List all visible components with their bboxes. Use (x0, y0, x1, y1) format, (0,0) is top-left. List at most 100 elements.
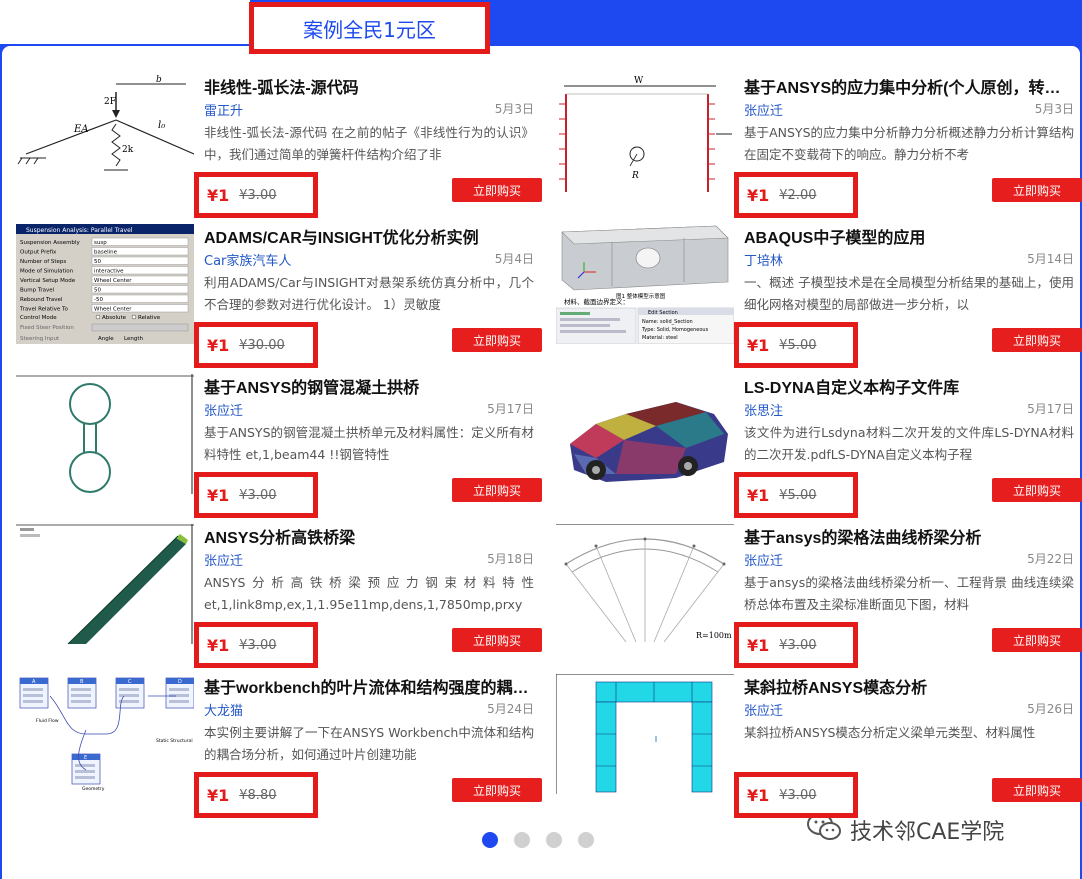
workbench-cell (23, 694, 43, 697)
system-label-fluid: Fluid Flow (36, 718, 59, 724)
card-date: 5月26日 (1027, 702, 1074, 716)
original-price: ¥3.00 (779, 787, 817, 803)
thumbnail-curved-grillage[interactable]: R=100m (556, 524, 734, 644)
card-author[interactable]: 雷正升 (204, 100, 243, 119)
product-card[interactable]: Suspension Analysis: Parallel Travel Sus… (16, 224, 544, 368)
section-type: Type: Solid, Homogeneous (641, 327, 709, 333)
dialog-field-box (91, 294, 189, 303)
card-title[interactable]: LS-DYNA自定义本构子文件库 (744, 374, 1074, 398)
dialog-field-label: Rebound Travel (20, 297, 63, 303)
thumbnail-cable-stayed-bridge[interactable] (556, 674, 734, 794)
sale-price: ¥1 (747, 335, 770, 355)
thumbnail-abaqus-submodel[interactable]: 材料、截面边界定义： 图1 整体模型示意图 Edit Section Name:… (556, 224, 734, 344)
product-card[interactable]: W R 基于ANSYS的应力集中分析(个人原创，转载请注明出处) 张应迁 5月3… (556, 74, 1082, 218)
steering-input-label: Steering Input (20, 336, 60, 342)
buy-now-button[interactable]: 立即购买 (452, 778, 542, 802)
sale-price: ¥1 (747, 785, 770, 805)
absolute-option: Absolute (102, 315, 127, 321)
buy-now-button[interactable]: 立即购买 (452, 628, 542, 652)
card-description: 该文件为进行Lsdyna材料二次开发的文件库LS-DYNA材料的二次开发.pdf… (744, 425, 1074, 462)
sale-price: ¥1 (747, 485, 770, 505)
pager-dot-4[interactable] (578, 832, 594, 848)
buy-now-button[interactable]: 立即购买 (992, 178, 1082, 202)
sale-price: ¥1 (207, 335, 230, 355)
workbench-block-label: D (178, 679, 182, 685)
card-author[interactable]: 张应迁 (204, 550, 243, 569)
dialog-field-label: Mode of Simulation (20, 269, 74, 275)
original-price: ¥3.00 (239, 487, 277, 503)
watermark-text: 技术邻CAE学院 (850, 820, 1005, 845)
thumbnail-stress-plate[interactable]: W R (556, 74, 734, 194)
card-title[interactable]: ANSYS分析高铁桥梁 (204, 524, 534, 548)
buy-now-button[interactable]: 立即购买 (992, 628, 1082, 652)
workbench-cell (169, 700, 189, 703)
thumbnail-high-speed-bridge[interactable] (16, 524, 194, 644)
system-label-geometry: Geometry (82, 786, 105, 792)
card-author[interactable]: 张应迁 (744, 550, 783, 569)
sale-price: ¥1 (207, 635, 230, 655)
card-author[interactable]: 张应迁 (204, 400, 243, 419)
card-author[interactable]: Car家族汽车人 (204, 250, 291, 269)
pager-dot-2[interactable] (514, 832, 530, 848)
thumbnail-arc-length[interactable]: b 2F EA l₀ 2k (16, 74, 194, 194)
dialog-field-label: Vertical Setup Mode (20, 278, 76, 284)
top-banner (0, 0, 1082, 48)
workbench-block-label: C (128, 679, 132, 685)
pager-dot-3[interactable] (546, 832, 562, 848)
dialog-field-value: 50 (94, 288, 101, 294)
card-author[interactable]: 张应迁 (744, 100, 783, 119)
product-card[interactable]: 基于ANSYS的钢管混凝土拱桥 张应迁 5月17日 基于ANSYS的钢管混凝土拱… (16, 374, 544, 518)
label-2k: 2k (122, 145, 134, 155)
product-card[interactable]: ANSYS分析高铁桥梁 张应迁 5月18日 ANSYS分析高铁桥梁预应力钢束材料… (16, 524, 544, 668)
product-card[interactable]: R=100m 基于ansys的梁格法曲线桥梁分析 张应迁 5月22日 基于ans… (556, 524, 1082, 668)
product-card[interactable]: 某斜拉桥ANSYS模态分析 张应迁 5月26日 某斜拉桥ANSYS模态分析定义梁… (556, 674, 1082, 818)
workbench-block-label: B (80, 679, 84, 685)
price-highlight: ¥1 ¥3.00 (734, 772, 858, 818)
card-title[interactable]: 某斜拉桥ANSYS模态分析 (744, 674, 1074, 698)
card-title[interactable]: 基于workbench的叶片流体和结构强度的耦合场分析 (204, 674, 534, 698)
product-card[interactable]: b 2F EA l₀ 2k 非线性-弧长法-源代码 雷正升 5月3日 非线性-弧… (16, 74, 544, 218)
buy-now-button[interactable]: 立即购买 (452, 178, 542, 202)
card-author[interactable]: 张应迁 (744, 700, 783, 719)
buy-now-button[interactable]: 立即购买 (992, 478, 1082, 502)
card-author[interactable]: 张思注 (744, 400, 783, 419)
thumbnail-adams-dialog[interactable]: Suspension Analysis: Parallel Travel Sus… (16, 224, 194, 344)
thumbnail-workbench-schematic[interactable]: A B C D E Fluid Flow Geometry Static Structu… (16, 674, 194, 794)
workbench-block-label: E (84, 755, 87, 761)
thumbnail-car-model[interactable] (556, 374, 734, 494)
card-description: 基于ANSYS的应力集中分析静力分析概述静力分析计算结构在固定不变载荷下的响应。… (744, 125, 1074, 162)
edit-section-title: Edit Section (648, 310, 678, 316)
card-title[interactable]: 非线性-弧长法-源代码 (204, 74, 534, 98)
radius-label: R=100m (696, 631, 732, 640)
buy-now-button[interactable]: 立即购买 (992, 778, 1082, 802)
card-title[interactable]: ADAMS/CAR与INSIGHT优化分析实例 (204, 224, 534, 248)
system-label-structural: Static Structural (156, 738, 193, 744)
label-l0: l₀ (158, 120, 165, 131)
thumbnail-arch-bridge[interactable] (16, 374, 194, 494)
product-card[interactable]: A B C D E Fluid Flow Geometry Static Structu… (16, 674, 544, 818)
product-card[interactable]: LS-DYNA自定义本构子文件库 张思注 5月17日 该文件为进行Lsdyna材… (556, 374, 1082, 518)
workbench-cell (75, 776, 95, 779)
buy-now-button[interactable]: 立即购买 (992, 328, 1082, 352)
card-title[interactable]: 基于ANSYS的应力集中分析(个人原创，转载请注明出处) (744, 74, 1074, 98)
original-price: ¥3.00 (239, 637, 277, 653)
card-author[interactable]: 丁培林 (744, 250, 783, 269)
buy-now-button[interactable]: 立即购买 (452, 478, 542, 502)
card-author[interactable]: 大龙猫 (204, 700, 243, 719)
original-price: ¥5.00 (779, 337, 817, 353)
section-title: 案例全民1元区 (249, 2, 490, 54)
card-title[interactable]: ABAQUS中子模型的应用 (744, 224, 1074, 248)
dialog-field-value: -50 (94, 297, 103, 303)
workbench-cell (119, 688, 139, 691)
card-title[interactable]: 基于ANSYS的钢管混凝土拱桥 (204, 374, 534, 398)
workbench-block-label: A (32, 679, 36, 685)
dialog-field-label: Number of Steps (20, 259, 66, 265)
pager-dot-1[interactable] (482, 832, 498, 848)
buy-now-button[interactable]: 立即购买 (452, 328, 542, 352)
price-highlight: ¥1 ¥3.00 (194, 622, 318, 668)
card-description: 某斜拉桥ANSYS模态分析定义梁单元类型、材料属性 (744, 725, 1036, 740)
dialog-field-value: susp (94, 240, 107, 246)
card-description: 基于ansys的梁格法曲线桥梁分析一、工程背景 曲线连续梁桥总体布置及主梁标准断… (744, 575, 1074, 612)
product-card[interactable]: 材料、截面边界定义： 图1 整体模型示意图 Edit Section Name:… (556, 224, 1082, 368)
card-title[interactable]: 基于ansys的梁格法曲线桥梁分析 (744, 524, 1074, 548)
